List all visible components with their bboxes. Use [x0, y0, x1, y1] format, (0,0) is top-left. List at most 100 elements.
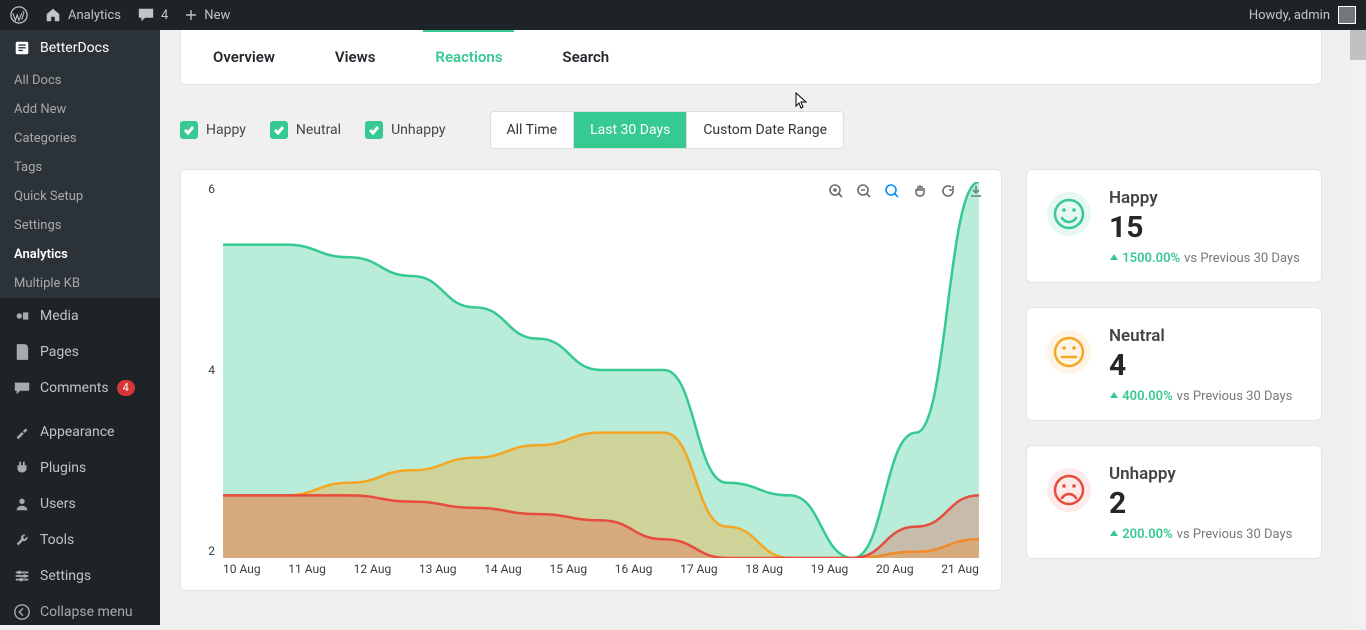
chart-area[interactable]: 642 10 Aug11 Aug12 Aug13 Aug14 Aug15 Aug… — [217, 182, 985, 582]
tab-label: Views — [335, 48, 376, 66]
admin-bar: Analytics 4 New Howdy, admin — [0, 0, 1366, 30]
happy-icon — [1047, 192, 1091, 236]
tab-label: Reactions — [435, 48, 502, 66]
sidebar-item-media[interactable]: Media — [0, 298, 160, 334]
stat-body: Unhappy 2 200.00% vs Previous 30 Days — [1109, 464, 1301, 542]
sidebar-sub-all-docs[interactable]: All Docs — [0, 66, 160, 95]
admin-sidebar: BetterDocs All Docs Add New Categories T… — [0, 30, 160, 625]
plugins-icon — [12, 458, 32, 478]
stat-title: Unhappy — [1109, 464, 1301, 484]
sidebar-label: Users — [40, 496, 76, 512]
sidebar-item-comments[interactable]: Comments 4 — [0, 370, 160, 406]
site-name[interactable]: Analytics — [44, 6, 121, 24]
y-tick: 4 — [201, 363, 215, 377]
collapse-icon — [12, 602, 32, 622]
stat-sub: 400.00% vs Previous 30 Days — [1109, 389, 1301, 404]
sidebar-item-plugins[interactable]: Plugins — [0, 450, 160, 486]
checkbox-unhappy[interactable]: Unhappy — [365, 121, 445, 139]
sidebar-label: Pages — [40, 344, 79, 360]
x-tick: 17 Aug — [680, 562, 718, 582]
stat-vs: vs Previous 30 Days — [1177, 389, 1293, 404]
stat-sub: 1500.00% vs Previous 30 Days — [1109, 251, 1301, 266]
tab-views[interactable]: Views — [335, 30, 376, 84]
scrollbar-thumb[interactable] — [1350, 30, 1366, 60]
checkbox-neutral[interactable]: Neutral — [270, 121, 341, 139]
sidebar-sub-label: All Docs — [14, 73, 62, 88]
y-axis: 642 — [201, 182, 215, 558]
sidebar-sub-analytics[interactable]: Analytics — [0, 240, 160, 269]
sidebar-sub-label: Categories — [14, 131, 77, 146]
content-row: 642 10 Aug11 Aug12 Aug13 Aug14 Aug15 Aug… — [180, 169, 1322, 591]
chart-card: 642 10 Aug11 Aug12 Aug13 Aug14 Aug15 Aug… — [180, 169, 1002, 591]
stat-value: 4 — [1109, 348, 1301, 383]
sidebar-item-pages[interactable]: Pages — [0, 334, 160, 370]
main-content: Overview Views Reactions Search Happy Ne… — [160, 30, 1342, 625]
sidebar-sub-quick-setup[interactable]: Quick Setup — [0, 182, 160, 211]
sidebar-item-users[interactable]: Users — [0, 486, 160, 522]
sidebar-sub-categories[interactable]: Categories — [0, 124, 160, 153]
comments-bubble[interactable]: 4 — [137, 6, 168, 24]
checkbox-happy[interactable]: Happy — [180, 121, 246, 139]
stat-pct: 1500.00% — [1109, 251, 1180, 266]
sidebar-item-betterdocs[interactable]: BetterDocs — [0, 30, 160, 66]
sidebar-sub-label: Tags — [14, 160, 42, 175]
sidebar-label: Settings — [40, 568, 91, 584]
stat-pct: 400.00% — [1109, 389, 1173, 404]
stat-value: 2 — [1109, 486, 1301, 521]
stat-card-unhappy: Unhappy 2 200.00% vs Previous 30 Days — [1026, 445, 1322, 559]
sidebar-sub-label: Multiple KB — [14, 276, 80, 291]
tab-search[interactable]: Search — [562, 30, 609, 84]
tab-label: Search — [562, 48, 609, 66]
x-tick: 16 Aug — [615, 562, 653, 582]
stat-vs: vs Previous 30 Days — [1184, 251, 1300, 266]
sidebar-sub-label: Quick Setup — [14, 189, 83, 204]
x-tick: 14 Aug — [484, 562, 522, 582]
x-tick: 21 Aug — [941, 562, 979, 582]
stat-card-neutral: Neutral 4 400.00% vs Previous 30 Days — [1026, 307, 1322, 421]
sidebar-item-settings[interactable]: Settings — [0, 558, 160, 594]
plus-icon — [184, 8, 198, 22]
x-tick: 19 Aug — [811, 562, 849, 582]
sidebar-label: Appearance — [40, 424, 114, 440]
range-label: All Time — [507, 122, 558, 138]
scrollbar[interactable] — [1350, 30, 1366, 625]
range-all-time[interactable]: All Time — [491, 112, 575, 148]
sidebar-label: Comments — [40, 380, 109, 396]
date-range-group: All Time Last 30 Days Custom Date Range — [490, 111, 845, 149]
range-label: Last 30 Days — [590, 122, 670, 138]
tab-overview[interactable]: Overview — [213, 30, 275, 84]
new-content[interactable]: New — [184, 8, 230, 23]
howdy-label: Howdy, admin — [1249, 8, 1330, 23]
wp-logo[interactable] — [10, 6, 28, 24]
checkbox-label: Neutral — [296, 122, 341, 138]
sidebar-label: Plugins — [40, 460, 86, 476]
sidebar-sub-add-new[interactable]: Add New — [0, 95, 160, 124]
tab-label: Overview — [213, 48, 275, 66]
sidebar-item-tools[interactable]: Tools — [0, 522, 160, 558]
sidebar-sub-tags[interactable]: Tags — [0, 153, 160, 182]
x-tick: 11 Aug — [288, 562, 326, 582]
admin-bar-right[interactable]: Howdy, admin — [1249, 6, 1356, 24]
new-label: New — [204, 8, 230, 23]
y-tick: 2 — [201, 544, 215, 558]
analytics-tabs: Overview Views Reactions Search — [180, 30, 1322, 85]
check-icon — [365, 121, 383, 139]
media-icon — [12, 306, 32, 326]
neutral-icon — [1047, 330, 1091, 374]
x-tick: 15 Aug — [549, 562, 587, 582]
sidebar-separator — [0, 406, 160, 414]
sidebar-sub-label: Settings — [14, 218, 61, 233]
range-custom[interactable]: Custom Date Range — [687, 112, 843, 148]
tab-reactions[interactable]: Reactions — [435, 30, 502, 84]
sidebar-item-appearance[interactable]: Appearance — [0, 414, 160, 450]
range-last-30[interactable]: Last 30 Days — [574, 112, 687, 148]
x-axis: 10 Aug11 Aug12 Aug13 Aug14 Aug15 Aug16 A… — [217, 562, 985, 582]
stat-title: Happy — [1109, 188, 1301, 208]
sidebar-sub-settings[interactable]: Settings — [0, 211, 160, 240]
check-icon — [180, 121, 198, 139]
sidebar-label: Media — [40, 308, 79, 324]
check-icon — [270, 121, 288, 139]
sidebar-sub-multiple-kb[interactable]: Multiple KB — [0, 269, 160, 298]
filter-row: Happy Neutral Unhappy All Time Last 30 D… — [180, 111, 1322, 149]
stat-sub: 200.00% vs Previous 30 Days — [1109, 527, 1301, 542]
